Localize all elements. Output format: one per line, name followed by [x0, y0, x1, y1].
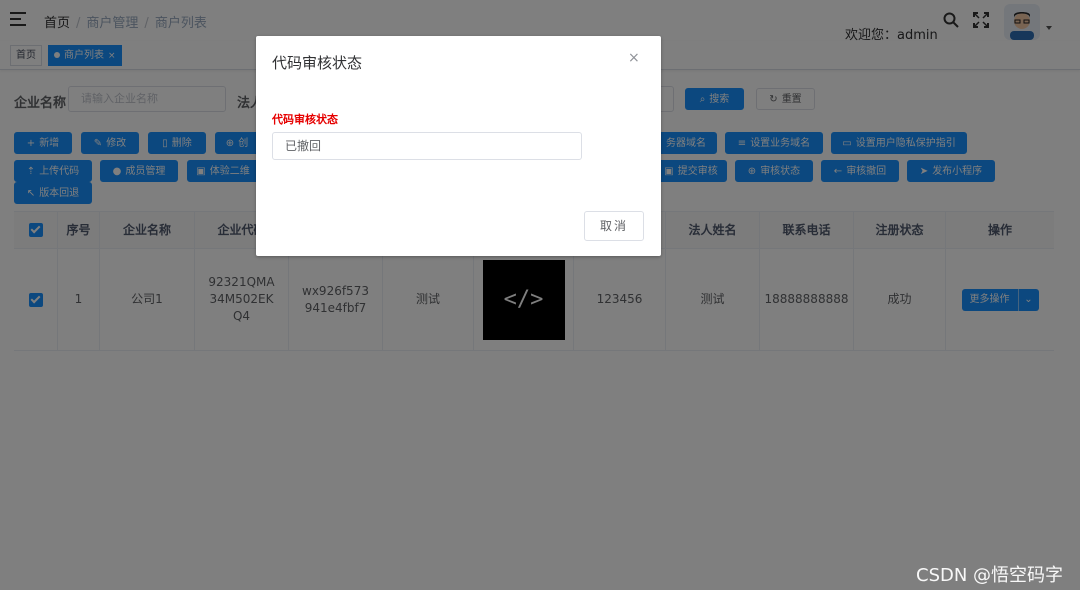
cancel-button[interactable]: 取消 [584, 211, 644, 241]
close-icon[interactable]: × [628, 50, 640, 66]
review-status-label: 代码审核状态 [272, 113, 338, 126]
review-status-dialog: 代码审核状态 × 代码审核状态 已撤回 取消 [256, 36, 661, 256]
watermark: CSDN @悟空码字 [916, 565, 1064, 586]
review-status-field[interactable]: 已撤回 [272, 132, 582, 160]
dialog-title: 代码审核状态 [272, 54, 363, 72]
